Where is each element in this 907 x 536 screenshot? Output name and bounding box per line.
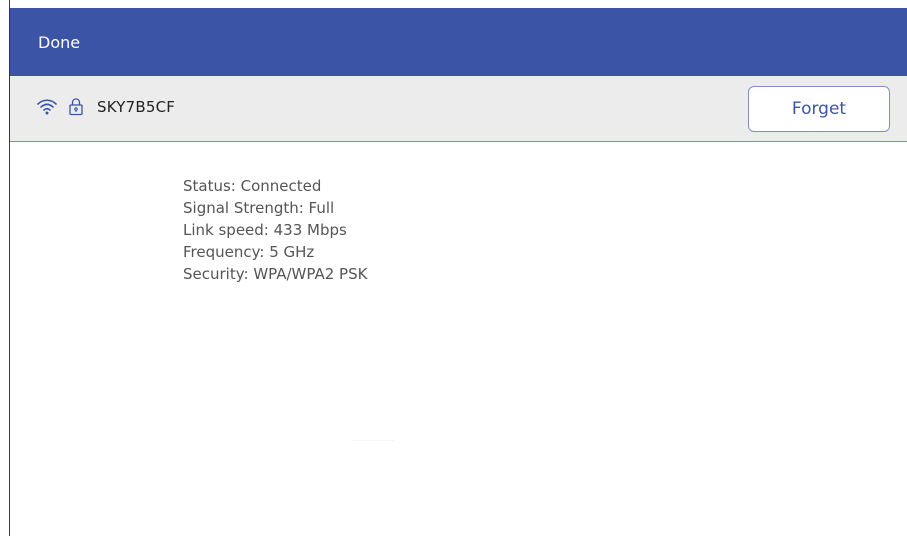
forget-button[interactable]: Forget	[748, 86, 890, 132]
network-details: Status: Connected Signal Strength: Full …	[183, 175, 367, 285]
frequency-text: Frequency: 5 GHz	[183, 243, 315, 261]
top-bar: Done	[10, 8, 907, 76]
security-text: Security: WPA/WPA2 PSK	[183, 265, 368, 283]
network-name: SKY7B5CF	[97, 98, 176, 116]
status-text: Status: Connected	[183, 177, 322, 195]
signal-strength-text: Signal Strength: Full	[183, 199, 335, 217]
wifi-network-details-screen: Done SKY7B5CF Forget Status: Connected S…	[0, 0, 907, 536]
link-speed-text: Link speed: 433 Mbps	[183, 221, 347, 239]
faint-divider	[352, 440, 394, 441]
done-button[interactable]: Done	[38, 30, 80, 56]
network-row: SKY7B5CF Forget	[10, 76, 907, 142]
wifi-icon	[37, 99, 57, 115]
lock-icon	[69, 98, 83, 116]
